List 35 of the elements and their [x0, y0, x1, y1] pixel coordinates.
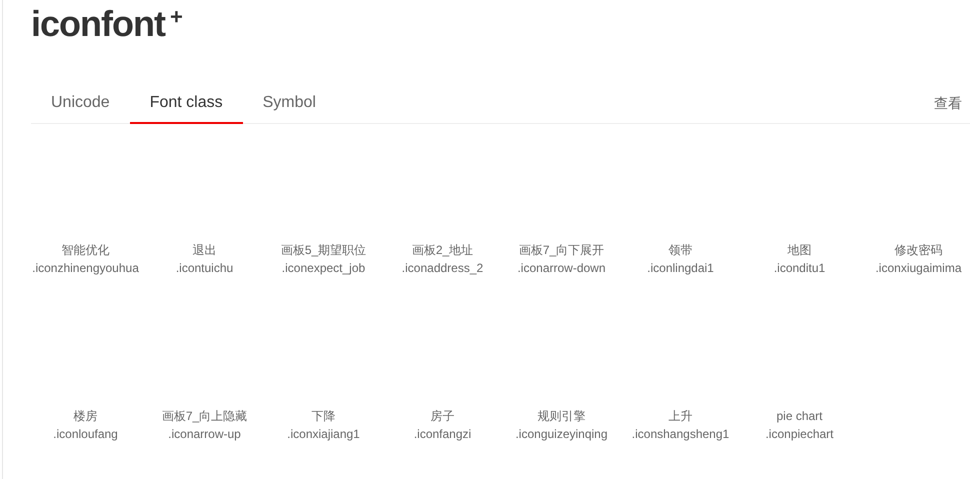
- icon-name: 领带: [668, 242, 692, 259]
- icon-name: 地图: [788, 242, 812, 259]
- icon-name: 智能优化: [62, 242, 110, 259]
- tab[interactable]: Symbol: [242, 84, 336, 124]
- icon-name: 修改密码: [894, 242, 942, 259]
- icon-name: 楼房: [74, 408, 98, 425]
- tab[interactable]: Unicode: [31, 84, 130, 124]
- icon-class-name: .iconshangsheng1: [632, 426, 730, 443]
- icon-name: 画板2_地址: [412, 242, 474, 259]
- icon-class-name: .iconloufang: [53, 426, 118, 443]
- icon-name: pie chart: [776, 408, 823, 425]
- icon-name: 画板5_期望职位: [280, 242, 366, 259]
- icon-name: 上升: [668, 408, 692, 425]
- icon-class-name: .iconxiajiang1: [287, 426, 360, 443]
- icon-name: 下降: [312, 408, 336, 425]
- icon-class-name: .iconfangzi: [414, 426, 472, 443]
- icon-class-name: .icontuichu: [176, 260, 234, 277]
- icon-class-name: .iconlingdai1: [647, 260, 714, 277]
- icon-class-name: .iconxiugaimima: [875, 260, 962, 277]
- icon-name: 规则引擎: [538, 408, 586, 425]
- icon-class-name: .iconguizeyinqing: [515, 426, 608, 443]
- icon-name: 画板7_向下展开: [518, 242, 604, 259]
- icon-name: 房子: [430, 408, 454, 425]
- icon-class-name: .iconpiechart: [765, 426, 834, 443]
- icon-class-name: .iconditu1: [774, 260, 826, 277]
- icon-class-name: .iconzhinengyouhua: [32, 260, 139, 277]
- logo: iconfont+: [31, 2, 182, 44]
- icon-class-name: .iconarrow-down: [517, 260, 606, 277]
- tab[interactable]: Font class: [130, 84, 243, 124]
- view-project-link[interactable]: 查看: [934, 93, 962, 114]
- icon-class-name: .iconarrow-up: [168, 426, 241, 443]
- icon-name: 退出: [192, 242, 216, 259]
- icon-class-name: .iconexpect_job: [282, 260, 366, 277]
- icon-name: 画板7_向上隐藏: [162, 408, 248, 425]
- icon-class-name: .iconaddress_2: [402, 260, 484, 277]
